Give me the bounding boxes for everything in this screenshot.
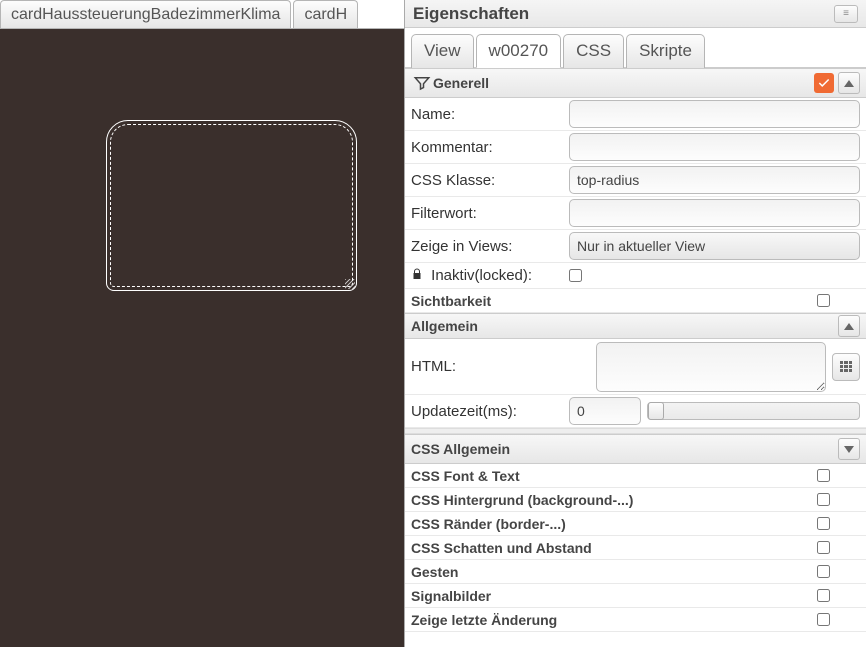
row-letzte-aenderung-checkbox[interactable] (817, 613, 830, 626)
row-css-font: CSS Font & Text (411, 468, 817, 484)
group-generell-check-icon[interactable] (814, 73, 834, 93)
cssklasse-input[interactable] (569, 166, 860, 194)
updatezeit-label: Updatezeit(ms): (411, 403, 569, 420)
tab-css[interactable]: CSS (563, 34, 624, 68)
group-generell-collapse[interactable] (838, 72, 860, 94)
zeige-views-label: Zeige in Views: (411, 238, 569, 255)
tab-widget[interactable]: w00270 (476, 34, 562, 68)
view-tab-0[interactable]: cardHaussteuerungBadezimmerKlima (0, 0, 291, 28)
row-css-bg-checkbox[interactable] (817, 493, 830, 506)
html-textarea[interactable] (596, 342, 826, 392)
updatezeit-slider[interactable] (647, 402, 860, 420)
slider-thumb[interactable] (648, 402, 664, 420)
kommentar-input[interactable] (569, 133, 860, 161)
group-sichtbarkeit-title: Sichtbarkeit (411, 293, 817, 309)
updatezeit-input[interactable] (569, 397, 641, 425)
name-label: Name: (411, 106, 569, 123)
group-allgemein-collapse[interactable] (838, 315, 860, 337)
tab-scripts[interactable]: Skripte (626, 34, 705, 68)
row-css-border-checkbox[interactable] (817, 517, 830, 530)
row-gesten: Gesten (411, 564, 817, 580)
html-label: HTML: (411, 358, 569, 375)
row-css-border: CSS Ränder (border-...) (411, 516, 817, 532)
grid-icon (840, 361, 852, 373)
group-allgemein-title: Allgemein (411, 318, 838, 334)
row-css-shadow-checkbox[interactable] (817, 541, 830, 554)
html-edit-button[interactable] (832, 353, 860, 381)
selected-widget[interactable] (110, 124, 353, 287)
kommentar-label: Kommentar: (411, 139, 569, 156)
filterwort-input[interactable] (569, 199, 860, 227)
group-css-allgemein-title: CSS Allgemein (411, 441, 838, 457)
row-css-bg: CSS Hintergrund (background-...) (411, 492, 817, 508)
editor-canvas[interactable] (0, 29, 404, 647)
lock-icon (411, 268, 425, 280)
group-generell-title: Generell (433, 75, 814, 91)
row-css-shadow: CSS Schatten und Abstand (411, 540, 817, 556)
sichtbarkeit-checkbox[interactable] (817, 294, 830, 307)
zeige-views-select[interactable]: Nur in aktueller View (569, 232, 860, 260)
name-input[interactable] (569, 100, 860, 128)
row-css-font-checkbox[interactable] (817, 469, 830, 482)
group-css-allgemein-collapse[interactable] (838, 438, 860, 460)
row-signalbilder-checkbox[interactable] (817, 589, 830, 602)
row-letzte-aenderung: Zeige letzte Änderung (411, 612, 817, 628)
inaktiv-checkbox[interactable] (569, 269, 582, 282)
filterwort-label: Filterwort: (411, 205, 569, 222)
row-signalbilder: Signalbilder (411, 588, 817, 604)
inaktiv-label: Inaktiv(locked): (411, 267, 569, 284)
view-tab-strip: cardHaussteuerungBadezimmerKlima cardH (0, 0, 404, 29)
filter-icon (411, 72, 433, 94)
panel-menu-button[interactable]: ≡ (834, 5, 858, 23)
view-tab-1[interactable]: cardH (293, 0, 358, 28)
row-gesten-checkbox[interactable] (817, 565, 830, 578)
panel-title: Eigenschaften (413, 4, 529, 24)
tab-view[interactable]: View (411, 34, 474, 68)
cssklasse-label: CSS Klasse: (411, 172, 569, 189)
